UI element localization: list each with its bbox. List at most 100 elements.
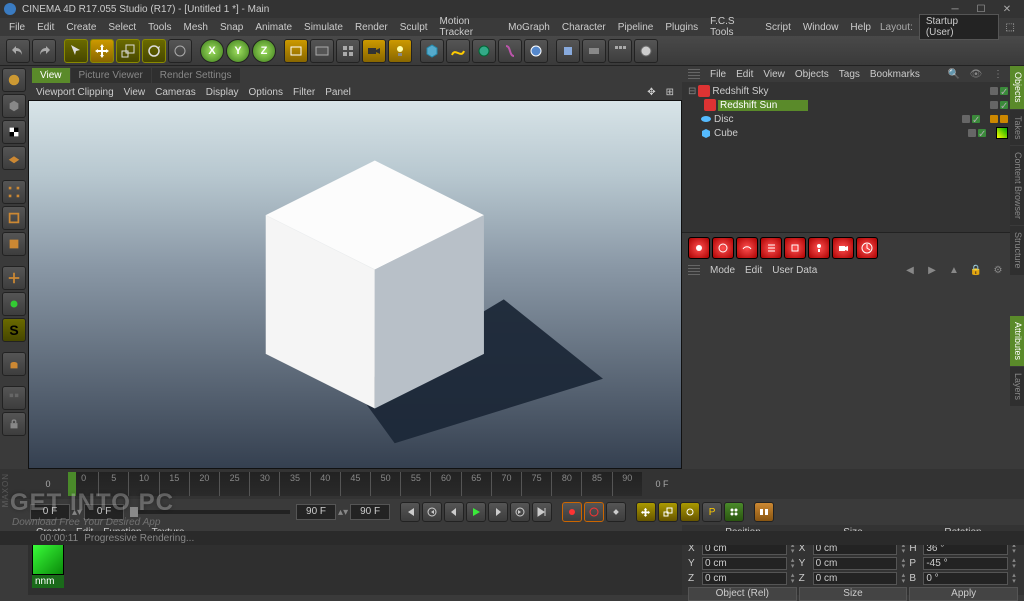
size-z-field[interactable]: 0 cm — [813, 572, 898, 585]
render-view-button[interactable] — [284, 39, 308, 63]
key-rot-button[interactable] — [680, 502, 700, 522]
menu-pipeline[interactable]: Pipeline — [613, 20, 659, 35]
rs-camera-button[interactable] — [832, 237, 854, 259]
objects-menu-bookmarks[interactable]: Bookmarks — [870, 69, 920, 80]
play-button[interactable] — [466, 502, 486, 522]
texture-mode[interactable] — [2, 120, 26, 144]
tree-label[interactable]: Redshift Sun — [718, 100, 808, 111]
side-tab-structure[interactable]: Structure — [1010, 226, 1024, 275]
rot-p-field[interactable]: -45 ° — [923, 557, 1008, 570]
grip-icon[interactable] — [688, 265, 700, 275]
menu-plugins[interactable]: Plugins — [660, 20, 703, 35]
settings-icon[interactable]: ⚙ — [992, 264, 1004, 276]
lock-icon[interactable]: 🔒 — [970, 264, 982, 276]
objects-menu-tags[interactable]: Tags — [839, 69, 860, 80]
add-light-button[interactable] — [388, 39, 412, 63]
material-swatch[interactable] — [32, 543, 64, 575]
viewport-config-icon[interactable]: ⊞ — [666, 87, 674, 98]
point-mode[interactable] — [2, 180, 26, 204]
tree-label[interactable]: Cube — [714, 128, 804, 139]
next-key-button[interactable] — [510, 502, 530, 522]
attr-menu-mode[interactable]: Mode — [710, 265, 735, 276]
add-environment-button[interactable] — [524, 39, 548, 63]
viewport-filter-menu[interactable]: Filter — [293, 87, 315, 98]
objects-menu-objects[interactable]: Objects — [795, 69, 829, 80]
side-tab-takes[interactable]: Takes — [1010, 110, 1024, 146]
menu-motion-tracker[interactable]: Motion Tracker — [435, 14, 502, 40]
object-manager-tree[interactable]: ⊟ Redshift Sky ✓ Redshift Sun ✓ Disc ✓ — [682, 82, 1010, 232]
viewport-panel-menu[interactable]: Panel — [325, 87, 351, 98]
model-mode[interactable] — [2, 68, 26, 92]
coord-mode-dropdown[interactable]: Object (Rel) — [688, 587, 797, 601]
search-icon[interactable]: 🔍 — [948, 68, 960, 80]
material-list[interactable]: nnm — [28, 539, 682, 595]
viewport-clipping-menu[interactable]: Viewport Clipping — [36, 87, 114, 98]
menu-mograph[interactable]: MoGraph — [503, 20, 555, 35]
menu-tools[interactable]: Tools — [143, 20, 176, 35]
nav-up-icon[interactable]: ▲ — [948, 264, 960, 276]
menu-character[interactable]: Character — [557, 20, 611, 35]
rs-light-button[interactable] — [688, 237, 710, 259]
record-button[interactable] — [562, 502, 582, 522]
loop-end-field[interactable]: 90 F — [296, 504, 336, 520]
add-cube-button[interactable] — [420, 39, 444, 63]
edge-mode[interactable] — [2, 206, 26, 230]
keyframe-sel-button[interactable] — [606, 502, 626, 522]
menu-select[interactable]: Select — [103, 20, 141, 35]
perspective-viewport[interactable] — [28, 100, 682, 469]
preview-start-field[interactable]: 0 F — [30, 504, 70, 520]
add-deformer-button[interactable] — [498, 39, 522, 63]
redo-button[interactable] — [32, 39, 56, 63]
filter-icon[interactable]: ⋮ — [992, 68, 1004, 80]
objects-menu-edit[interactable]: Edit — [736, 69, 753, 80]
axis-x-toggle[interactable]: X — [200, 39, 224, 63]
menu-window[interactable]: Window — [798, 20, 844, 35]
preview-end-field[interactable]: 90 F — [350, 504, 390, 520]
locked-workplane[interactable] — [2, 352, 26, 376]
tab-render-settings[interactable]: Render Settings — [152, 68, 240, 83]
workplane-mode[interactable] — [2, 146, 26, 170]
objects-menu-view[interactable]: View — [763, 69, 785, 80]
tree-label[interactable]: Redshift Sky — [712, 86, 802, 97]
menu-animate[interactable]: Animate — [250, 20, 297, 35]
undo-button[interactable] — [6, 39, 30, 63]
tree-row-cube[interactable]: Cube ✓ — [684, 126, 1008, 140]
menu-fcs-tools[interactable]: F.C.S Tools — [705, 14, 758, 40]
add-camera-button[interactable] — [362, 39, 386, 63]
nav-back-icon[interactable]: ◀ — [904, 264, 916, 276]
key-pla-button[interactable]: P — [702, 502, 722, 522]
menu-help[interactable]: Help — [845, 20, 876, 35]
menu-sculpt[interactable]: Sculpt — [395, 20, 433, 35]
autokey-button[interactable] — [584, 502, 604, 522]
enable-axis[interactable] — [2, 266, 26, 290]
viewport-view-menu[interactable]: View — [124, 87, 146, 98]
live-select-tool[interactable] — [64, 39, 88, 63]
menu-mesh[interactable]: Mesh — [179, 20, 213, 35]
tab-picture-viewer[interactable]: Picture Viewer — [71, 68, 151, 83]
enable-snap[interactable]: S — [2, 318, 26, 342]
menu-simulate[interactable]: Simulate — [299, 20, 348, 35]
tree-row-redshift-sun[interactable]: Redshift Sun ✓ — [684, 98, 1008, 112]
grip-icon[interactable] — [688, 69, 700, 79]
move-tool[interactable] — [90, 39, 114, 63]
menu-file[interactable]: File — [4, 20, 30, 35]
viewport-options-menu[interactable]: Options — [249, 87, 283, 98]
size-mode-dropdown[interactable]: Size — [799, 587, 908, 601]
tab-view[interactable]: View — [32, 68, 70, 83]
key-all-button[interactable] — [724, 502, 744, 522]
scale-tool[interactable] — [116, 39, 140, 63]
polygon-mode[interactable] — [2, 232, 26, 256]
key-pos-button[interactable] — [636, 502, 656, 522]
tweak-mode[interactable] — [2, 386, 26, 410]
menu-script[interactable]: Script — [760, 20, 796, 35]
side-tab-objects[interactable]: Objects — [1010, 66, 1024, 109]
add-sculpt-button[interactable] — [582, 39, 606, 63]
lock-mode[interactable] — [2, 412, 26, 436]
time-slider[interactable] — [130, 510, 290, 514]
add-hair-button[interactable] — [608, 39, 632, 63]
prev-frame-button[interactable] — [444, 502, 464, 522]
add-spline-button[interactable] — [446, 39, 470, 63]
material-name[interactable]: nnm — [32, 575, 64, 588]
prev-key-button[interactable] — [422, 502, 442, 522]
render-picture-viewer-button[interactable] — [310, 39, 334, 63]
